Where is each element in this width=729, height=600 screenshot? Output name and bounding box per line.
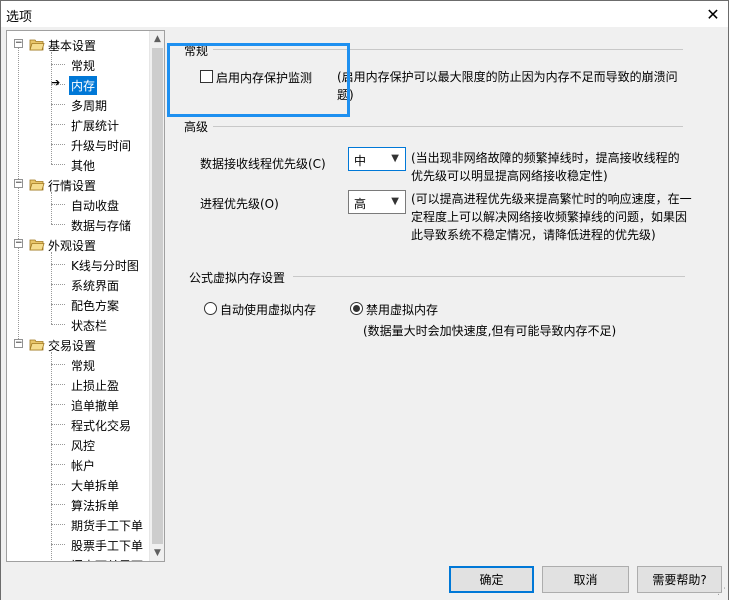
tree-connector xyxy=(51,524,65,525)
tree-item[interactable]: 股票手工下单 xyxy=(71,537,143,554)
tree-group-label[interactable]: 外观设置 xyxy=(48,237,96,254)
tree-expander-icon[interactable]: − xyxy=(14,239,23,248)
cancel-button[interactable]: 取消 xyxy=(542,566,629,593)
vmem-auto-label[interactable]: 自动使用虚拟内存 xyxy=(220,301,316,318)
tree-connector xyxy=(51,484,65,485)
section-vmem-divider xyxy=(293,276,685,277)
tree-connector xyxy=(51,404,65,405)
tree-item[interactable]: 闪电下单界面 xyxy=(71,557,143,561)
chevron-down-icon: ▼ xyxy=(391,196,399,207)
tree-item[interactable]: 升级与时间 xyxy=(71,137,131,154)
highlight-box xyxy=(167,43,350,117)
scroll-up-icon[interactable]: ▲ xyxy=(150,31,164,47)
section-advanced-divider xyxy=(213,126,683,127)
tree-connector xyxy=(51,444,65,445)
window-title: 选项 xyxy=(6,10,33,25)
selection-arrow-icon: ➔ xyxy=(51,76,61,89)
tree-connector xyxy=(51,364,65,365)
tree-item[interactable]: 状态栏 xyxy=(71,317,107,334)
tree-item[interactable]: 风控 xyxy=(71,437,95,454)
memory-protect-note: (启用内存保护可以最大限度的防止因为内存不足而导致的崩溃问题) xyxy=(337,70,678,102)
tree-item[interactable]: 数据与存储 xyxy=(71,217,131,234)
tree-connector xyxy=(51,464,65,465)
tree-connector xyxy=(51,304,65,305)
proc-priority-label: 进程优先级(O) xyxy=(200,197,279,211)
tree-group-label[interactable]: 交易设置 xyxy=(48,337,96,354)
tree-group-label[interactable]: 基本设置 xyxy=(48,37,96,54)
tree-item[interactable]: 大单拆单 xyxy=(71,477,119,494)
tree-connector xyxy=(51,544,65,545)
tree-connector xyxy=(51,204,65,205)
proc-priority-select[interactable]: 高 ▼ xyxy=(348,190,406,214)
tree-item[interactable]: 常规 xyxy=(71,357,95,374)
ok-button[interactable]: 确定 xyxy=(449,566,534,593)
section-vmem-label: 公式虚拟内存设置 xyxy=(189,271,286,285)
chevron-down-icon: ▼ xyxy=(391,153,399,164)
folder-icon xyxy=(29,238,45,251)
help-button[interactable]: 需要帮助? xyxy=(637,566,722,593)
resize-grip-icon[interactable]: ⋰ xyxy=(717,587,726,597)
tree-connector xyxy=(51,124,65,125)
tree-item[interactable]: 追单撤单 xyxy=(71,397,119,414)
tree-item[interactable]: 程式化交易 xyxy=(71,417,131,434)
tree-connector xyxy=(51,224,65,225)
tree-item[interactable]: 配色方案 xyxy=(71,297,119,314)
tree-connector xyxy=(51,324,65,325)
tree-item[interactable]: 内存 xyxy=(69,76,98,95)
radio-selected-dot xyxy=(353,305,360,312)
tree-item[interactable]: 帐户 xyxy=(71,457,95,474)
tree-connector xyxy=(51,384,65,385)
vmem-disable-label[interactable]: 禁用虚拟内存 xyxy=(366,301,438,318)
scroll-thumb[interactable] xyxy=(152,48,163,544)
vmem-note: (数据量大时会加快速度,但有可能导致内存不足) xyxy=(363,324,617,338)
tree-connector xyxy=(51,504,65,505)
tree-connector xyxy=(51,424,65,425)
proc-priority-value: 高 xyxy=(354,197,367,211)
tree-connector xyxy=(51,264,65,265)
tree-connector xyxy=(51,352,52,561)
folder-icon xyxy=(29,178,45,191)
tree-scrollbar[interactable]: ▲ ▼ xyxy=(149,31,164,561)
tree-item[interactable]: 常规 xyxy=(71,57,95,74)
button-bar: 确定 取消 需要帮助? xyxy=(1,562,728,600)
tree-connector xyxy=(51,252,52,324)
tree-connector xyxy=(51,164,65,165)
tree-connector xyxy=(51,192,52,224)
tree-connector xyxy=(18,45,19,345)
recv-priority-select[interactable]: 中 ▼ xyxy=(348,147,406,171)
tree-group-label[interactable]: 行情设置 xyxy=(48,177,96,194)
tree-expander-icon[interactable]: − xyxy=(14,339,23,348)
folder-icon xyxy=(29,338,45,351)
tree-item[interactable]: 其他 xyxy=(71,157,95,174)
tree-item[interactable]: 扩展统计 xyxy=(71,117,119,134)
options-dialog: 选项 ✕ − 基本设置 常规 ➔ 内存 多周期 扩展统计 升级与时间 其他 − 行情设置 自动收盘 数据… xyxy=(0,0,729,600)
section-advanced-label: 高级 xyxy=(184,120,209,134)
tree-connector xyxy=(51,284,65,285)
tree-item[interactable]: 算法拆单 xyxy=(71,497,119,514)
vmem-auto-radio[interactable] xyxy=(204,302,217,315)
tree-connector xyxy=(51,52,52,164)
tree-item[interactable]: 期货手工下单 xyxy=(71,517,143,534)
tree-item[interactable]: 系统界面 xyxy=(71,277,119,294)
folder-icon xyxy=(29,38,45,51)
tree-connector xyxy=(51,64,65,65)
tree-connector xyxy=(51,144,65,145)
recv-priority-note: (当出现非网络故障的频繁掉线时，提高接收线程的优先级可以明显提高网络接收稳定性) xyxy=(411,151,680,183)
tree-connector xyxy=(51,104,65,105)
title-bar: 选项 ✕ xyxy=(1,1,728,27)
recv-priority-label: 数据接收线程优先级(C) xyxy=(200,157,326,171)
tree-item[interactable]: 多周期 xyxy=(71,97,107,114)
vmem-disable-radio[interactable] xyxy=(350,302,363,315)
tree-item[interactable]: K线与分时图 xyxy=(71,257,139,274)
close-button[interactable]: ✕ xyxy=(698,1,728,27)
scroll-down-icon[interactable]: ▼ xyxy=(150,545,164,561)
proc-priority-note: (可以提高进程优先级来提高繁忙时的响应速度，在一定程度上可以解决网络接收频繁掉线… xyxy=(411,192,692,242)
tree-item[interactable]: 止损止盈 xyxy=(71,377,119,394)
recv-priority-value: 中 xyxy=(354,154,367,168)
tree-content: − 基本设置常规 ➔ 内存多周期扩展统计升级与时间其他 − 行情设置自动收盘数据与存储 − 外… xyxy=(7,31,150,561)
settings-tree: − 基本设置常规 ➔ 内存多周期扩展统计升级与时间其他 − 行情设置自动收盘数据与存储 − 外… xyxy=(6,30,165,562)
tree-item[interactable]: 自动收盘 xyxy=(71,197,119,214)
tree-expander-icon[interactable]: − xyxy=(14,179,23,188)
tree-expander-icon[interactable]: − xyxy=(14,39,23,48)
